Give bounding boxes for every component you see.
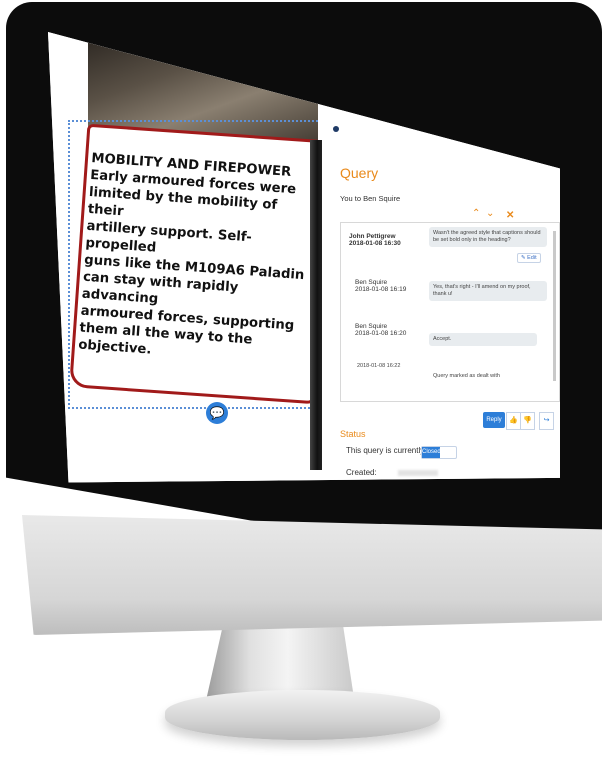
query-thread: John Pettigrew 2018-01-08 16:30 Wasn't t… — [340, 222, 560, 402]
status-heading: Status — [340, 429, 366, 439]
message-bubble: Wasn't the agreed style that captions sh… — [429, 227, 547, 247]
message-author: John Pettigrew — [349, 233, 396, 240]
monitor-chin — [22, 515, 602, 635]
comment-bubble-icon[interactable]: 💬 — [206, 402, 228, 424]
screen-divider — [310, 140, 322, 470]
close-icon[interactable]: ✕ — [506, 210, 514, 221]
query-recipient: You to Ben Squire — [340, 194, 401, 203]
message-bubble: Yes, that's right - I'll amend on my pro… — [429, 281, 547, 301]
monitor-stand-base — [165, 690, 440, 740]
status-toggle[interactable]: Closed — [421, 446, 457, 459]
chevron-down-icon[interactable]: ⌄ — [486, 208, 494, 219]
message-meta: Ben Squire 2018-01-08 16:19 — [355, 279, 406, 293]
reply-button[interactable]: Reply — [483, 412, 505, 428]
message-meta: Ben Squire 2018-01-08 16:20 — [355, 323, 406, 337]
message-time: 2018-01-08 16:20 — [355, 330, 407, 337]
message-author: Ben Squire — [355, 323, 388, 330]
thread-scrollbar[interactable] — [553, 231, 556, 381]
message-time: 2018-01-08 16:30 — [349, 240, 401, 247]
share-icon[interactable]: ↪ — [539, 412, 554, 430]
monitor: MOBILITY AND FIREPOWER Early armoured fo… — [0, 0, 607, 640]
chevron-up-icon[interactable]: ⌃ — [472, 208, 480, 219]
status-note: Query marked as dealt with — [433, 373, 500, 379]
thumbs-up-icon[interactable]: 👍 — [506, 412, 521, 430]
edit-button[interactable]: ✎ Edit — [517, 253, 541, 263]
thumbs-down-icon[interactable]: 👎 — [520, 412, 535, 430]
message-meta: John Pettigrew 2018-01-08 16:30 — [349, 233, 401, 247]
article-area: MOBILITY AND FIREPOWER Early armoured fo… — [48, 32, 336, 483]
status-label: This query is currently — [346, 446, 425, 455]
message-author: Ben Squire — [355, 279, 388, 286]
status-note-time: 2018-01-08 16:22 — [357, 363, 401, 369]
webcam-icon — [333, 126, 339, 132]
created-label: Created: — [346, 468, 377, 477]
caption-text: MOBILITY AND FIREPOWER Early armoured fo… — [78, 150, 314, 369]
message-bubble: Accept. — [429, 333, 537, 346]
status-toggle-value: Closed — [422, 447, 441, 458]
message-time: 2018-01-08 16:19 — [355, 286, 407, 293]
query-panel-title: Query — [340, 165, 379, 181]
created-value-redacted — [398, 470, 438, 476]
